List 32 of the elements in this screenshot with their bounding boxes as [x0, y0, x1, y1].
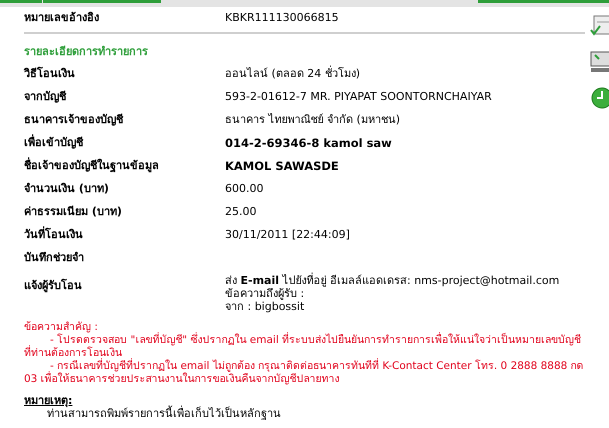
field-label: ค่าธรรมเนียม (บาท) — [24, 204, 123, 220]
field-label: หมายเลขอ้างอิง — [24, 10, 100, 26]
field-value: ธนาคาร ไทยพาณิชย์ จำกัด (มหาชน) — [225, 112, 400, 128]
field-value: ออนไลน์ (ตลอด 24 ชั่วโมง) — [225, 66, 360, 82]
field-label: จากบัญชี — [24, 89, 68, 105]
field-label: จำนวนเงิน (บาท) — [24, 181, 110, 197]
field-label: แจ้งผู้รับโอน — [24, 278, 83, 294]
field-label: บันทึกช่วยจำ — [24, 250, 85, 266]
section-title: รายละเอียดการทำรายการ — [24, 44, 149, 60]
field-value: 600.00 — [225, 181, 264, 197]
field-value: 25.00 — [225, 204, 256, 220]
notify-text: ส่ง E-mail ไปยังที่อยู่ อีเมลล์แอดเดรส: nms-project@hotmail.com — [225, 274, 560, 287]
clock-icon[interactable] — [590, 86, 609, 110]
field-label: วันที่โอนเงิน — [24, 227, 84, 243]
monitor-icon[interactable] — [590, 50, 609, 74]
note-text: ท่านสามารถพิมพ์รายการนี้เพื่อเก็บไว้เป็นหลักฐาน — [47, 407, 282, 420]
field-label: ชื่อเจ้าของบัญชีในฐานข้อมูล — [24, 158, 160, 174]
notice-title: ข้อความสำคัญ : — [24, 321, 99, 334]
field-label: วิธีโอนเงิน — [24, 66, 76, 82]
notify-text: ข้อความถึงผู้รับ : — [225, 287, 306, 300]
notice-text: - กรณีเลขที่บัญชีที่ปรากฏใน email ไม่ถูกต้อง กรุณาติดต่อธนาคารทันทีที่ K-Contact Center โทร. 0 2888 8888 กด 03 เพื่อให้ธนาคารช่วยประสานงานในการขอเงินคืนจากบัญชีปลายทาง — [24, 360, 585, 386]
field-value: 014-2-69346-8 kamol saw — [225, 135, 392, 152]
notice-text: - โปรดตรวจสอบ "เลขที่บัญชี" ซึ่งปรากฏใน email ที่ระบบส่งไปยืนยันการทำรายการเพื่อให้แน่ใจว่าเป็นหมายเลขบัญชีที่ท่านต้องการโอนเงิน — [24, 334, 582, 359]
field-label: เพื่อเข้าบัญชี — [24, 135, 84, 151]
note-title: หมายเหตุ: — [24, 394, 72, 407]
field-label: ธนาคารเจ้าของบัญชี — [24, 112, 124, 128]
field-value: KBKR111130066815 — [225, 10, 339, 26]
field-value: 593-2-01612-7 MR. PIYAPAT SOONTORNCHAIYAR — [225, 89, 492, 105]
field-value: KAMOL SAWASDE — [225, 158, 339, 175]
document-check-icon[interactable] — [590, 14, 609, 38]
notify-text: จาก : bigbossit — [225, 300, 306, 313]
field-value: 30/11/2011 [22:44:09] — [225, 227, 350, 243]
